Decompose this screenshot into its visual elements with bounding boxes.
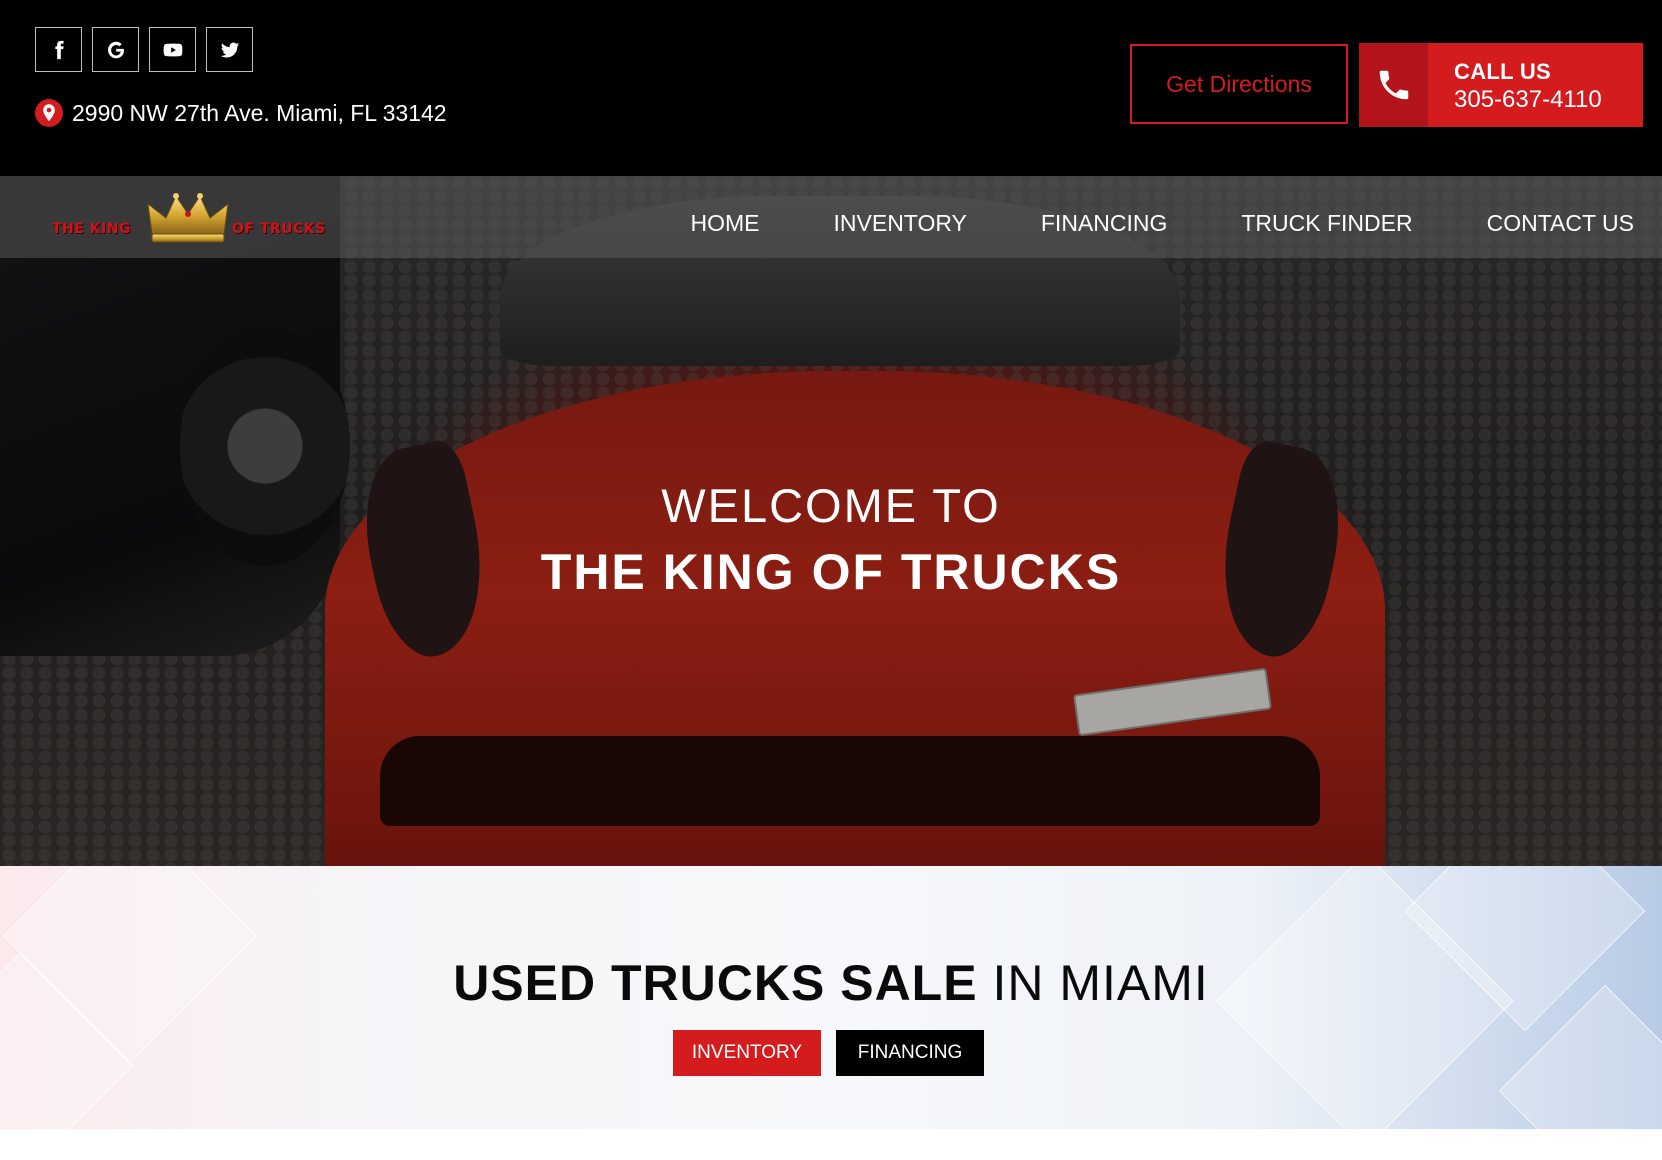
get-directions-button[interactable]: Get Directions: [1130, 44, 1348, 124]
phone-number[interactable]: 305-637-4110: [1454, 86, 1602, 114]
site-logo[interactable]: THE KING OF TRUCKS: [52, 190, 352, 250]
map-pin-icon: [35, 99, 63, 127]
nav-financing[interactable]: FINANCING: [1041, 210, 1168, 237]
financing-button[interactable]: FINANCING: [836, 1030, 984, 1076]
main-navbar: THE KING OF TRUCKS HOME INVENTORY FINANC…: [0, 176, 1662, 258]
used-trucks-section: USED TRUCKS SALE IN MIAMI INVENTORY FINA…: [0, 866, 1662, 1129]
crown-icon: [147, 193, 229, 243]
facebook-link[interactable]: [35, 27, 82, 72]
section-buttons: INVENTORY FINANCING: [673, 1030, 984, 1076]
phone-icon-box: [1359, 43, 1428, 127]
address: 2990 NW 27th Ave. Miami, FL 33142: [35, 99, 447, 127]
section-title: USED TRUCKS SALE IN MIAMI: [0, 954, 1662, 1012]
facebook-icon: [54, 40, 64, 59]
call-text: CALL US 305-637-4110: [1428, 43, 1602, 127]
social-links: [35, 27, 253, 72]
google-icon: [107, 41, 124, 58]
section-title-bold: USED TRUCKS SALE: [453, 955, 978, 1011]
inventory-button-label: INVENTORY: [691, 1042, 803, 1063]
hero-heading-line1: WELCOME TO: [661, 479, 1001, 532]
phone-icon: [1379, 70, 1408, 100]
nav-contact-us[interactable]: CONTACT US: [1487, 210, 1634, 237]
call-us-button[interactable]: CALL US 305-637-4110: [1359, 43, 1643, 127]
financing-button-label: FINANCING: [857, 1042, 963, 1063]
nav-inventory[interactable]: INVENTORY: [834, 210, 967, 237]
get-directions-label: Get Directions: [1166, 70, 1312, 97]
twitter-link[interactable]: [206, 27, 253, 72]
nav-home[interactable]: HOME: [691, 210, 760, 237]
call-us-label: CALL US: [1454, 59, 1552, 84]
logo-text-right: OF TRUCKS: [232, 221, 326, 237]
hero-heading: WELCOME TO THE KING OF TRUCKS: [0, 474, 1662, 606]
hero-banner: THE KING OF TRUCKS HOME INVENTORY FINANC…: [0, 176, 1662, 866]
section-title-rest: IN MIAMI: [977, 955, 1209, 1011]
youtube-icon: [163, 43, 182, 56]
logo-text-left: THE KING: [52, 221, 131, 237]
youtube-link[interactable]: [149, 27, 196, 72]
google-link[interactable]: [92, 27, 139, 72]
page-bottom: [0, 1129, 1662, 1160]
inventory-button[interactable]: INVENTORY: [673, 1030, 821, 1076]
primary-nav: HOME INVENTORY FINANCING TRUCK FINDER CO…: [691, 210, 1634, 237]
nav-truck-finder[interactable]: TRUCK FINDER: [1241, 210, 1412, 237]
twitter-icon: [220, 42, 239, 58]
top-bar: 2990 NW 27th Ave. Miami, FL 33142 Get Di…: [0, 0, 1662, 176]
hero-heading-line2: THE KING OF TRUCKS: [540, 544, 1122, 600]
address-text: 2990 NW 27th Ave. Miami, FL 33142: [72, 99, 447, 126]
